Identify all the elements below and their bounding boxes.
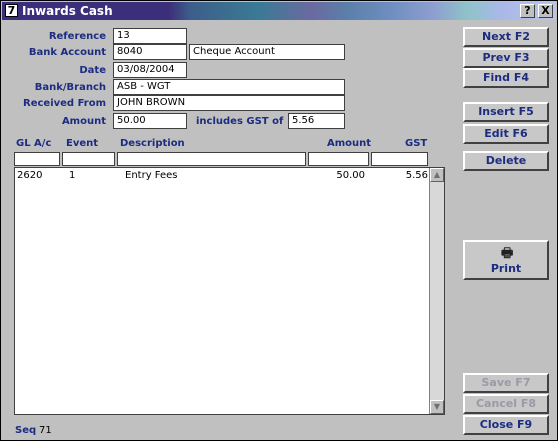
description-entry-box[interactable] xyxy=(117,152,306,166)
row-event: 1 xyxy=(69,170,76,181)
event-entry-box[interactable] xyxy=(62,152,115,166)
close-button[interactable]: Close F9 xyxy=(463,415,549,435)
reference-field[interactable]: 13 xyxy=(113,28,187,44)
row-gst: 5.56 xyxy=(405,170,428,181)
vertical-scrollbar[interactable]: ▲ ▼ xyxy=(429,168,444,414)
transactions-list[interactable]: 2620 1 Entry Fees 50.00 5.56 ▲ ▼ xyxy=(14,167,445,415)
inwards-cash-window: 7 Inwards Cash ? X Reference Bank Accoun… xyxy=(0,0,558,441)
bank-account-name-field: Cheque Account xyxy=(189,44,345,60)
help-button[interactable]: ? xyxy=(520,4,535,18)
cancel-button[interactable]: Cancel F8 xyxy=(463,394,549,414)
scroll-down-icon[interactable]: ▼ xyxy=(430,400,444,414)
amount-label: Amount xyxy=(61,116,106,127)
bank-account-label: Bank Account xyxy=(28,47,106,58)
next-button[interactable]: Next F2 xyxy=(463,27,549,47)
received-from-field[interactable]: JOHN BROWN xyxy=(113,95,345,111)
print-label: Print xyxy=(490,262,522,275)
gl-entry-box[interactable] xyxy=(14,152,60,166)
close-window-button[interactable]: X xyxy=(538,4,553,18)
date-field[interactable]: 03/08/2004 xyxy=(113,62,187,78)
col-header-description: Description xyxy=(120,138,185,149)
bank-account-field[interactable]: 8040 xyxy=(113,44,187,60)
date-label: Date xyxy=(79,65,106,76)
gst-entry-box[interactable] xyxy=(371,152,428,166)
edit-button[interactable]: Edit F6 xyxy=(463,124,549,144)
col-header-gl: GL A/c xyxy=(16,138,52,149)
prev-button[interactable]: Prev F3 xyxy=(463,48,549,68)
printer-icon: 🖶 xyxy=(501,246,514,261)
seq-value: 71 xyxy=(39,425,52,436)
save-button[interactable]: Save F7 xyxy=(463,373,549,393)
amount-field[interactable]: 50.00 xyxy=(113,113,187,129)
insert-button[interactable]: Insert F5 xyxy=(463,102,549,122)
row-gl: 2620 xyxy=(17,170,43,181)
amount-entry-box[interactable] xyxy=(308,152,369,166)
col-header-gst: GST xyxy=(405,138,428,149)
col-header-amount: Amount xyxy=(327,138,372,149)
bank-branch-field[interactable]: ASB - WGT xyxy=(113,79,345,95)
scroll-up-icon[interactable]: ▲ xyxy=(430,168,444,182)
gst-field[interactable]: 5.56 xyxy=(288,113,345,129)
received-from-label: Received From xyxy=(23,98,106,109)
delete-button[interactable]: Delete xyxy=(463,151,549,171)
find-button[interactable]: Find F4 xyxy=(463,68,549,88)
title-bar: 7 Inwards Cash ? X xyxy=(2,2,556,20)
seq-label: Seq xyxy=(15,425,37,436)
app-icon[interactable]: 7 xyxy=(5,4,18,17)
row-description: Entry Fees xyxy=(125,170,178,181)
gst-label: includes GST of xyxy=(196,116,284,127)
print-button[interactable]: 🖶 Print xyxy=(463,240,549,280)
window-title: Inwards Cash xyxy=(22,4,113,18)
bank-branch-label: Bank/Branch xyxy=(34,82,106,93)
col-header-event: Event xyxy=(66,138,99,149)
reference-label: Reference xyxy=(48,31,106,42)
row-amount: 50.00 xyxy=(336,170,365,181)
